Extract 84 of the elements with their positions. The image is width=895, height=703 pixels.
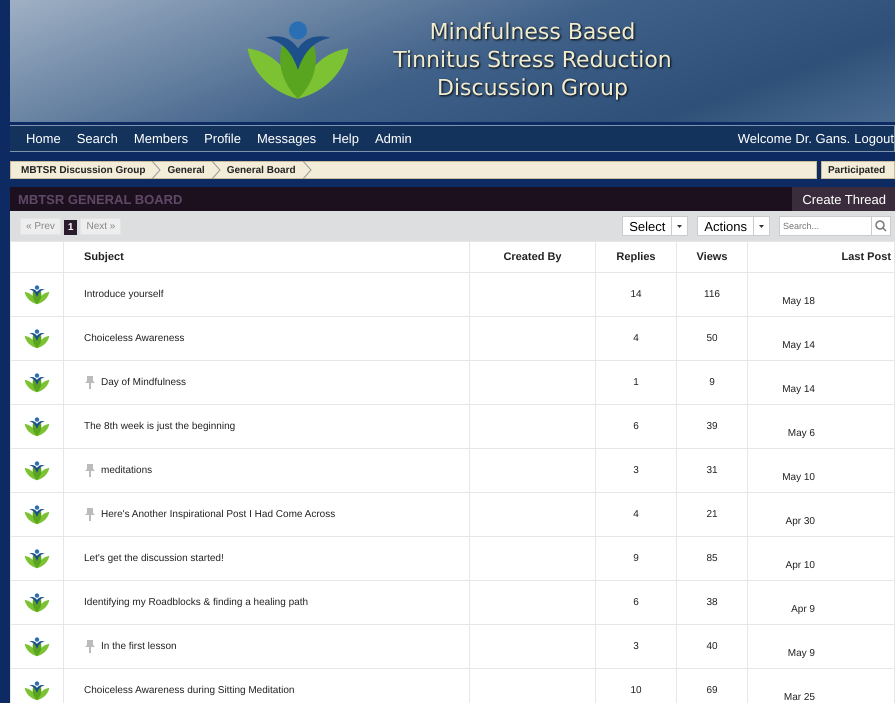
column-header: Replies	[616, 251, 656, 263]
thread-title[interactable]: Here's Another Inspirational Post I Had Come Across	[101, 508, 336, 520]
thread-icon	[22, 636, 52, 658]
thread-icon	[22, 592, 52, 614]
breadcrumb-link[interactable]: General	[167, 164, 205, 176]
nav-link[interactable]: Profile	[196, 131, 249, 146]
last-post-date: Apr 10	[786, 560, 815, 570]
thread-title[interactable]: Choiceless Awareness during Sitting Meditation	[84, 684, 294, 696]
column-header: Last Post	[841, 251, 891, 263]
thread-title[interactable]: The 8th week is just the beginning	[84, 420, 236, 432]
caret-icon	[759, 224, 764, 228]
search-button[interactable]	[871, 216, 891, 236]
reply-count: 1	[633, 376, 639, 388]
create-thread-button[interactable]: Create Thread	[792, 187, 895, 211]
board-title: MBTSR GENERAL BOARD	[17, 192, 184, 206]
column-header: Created By	[503, 251, 562, 263]
thread-icon	[22, 416, 52, 438]
thread-title[interactable]: In the first lesson	[101, 640, 177, 652]
thread-icon	[22, 460, 52, 482]
reply-count: 4	[633, 508, 639, 520]
page-button[interactable]: 1	[64, 220, 78, 235]
view-count: 85	[706, 552, 718, 564]
view-count: 116	[704, 288, 720, 300]
thread-icon	[22, 284, 52, 306]
thread-icon	[22, 548, 52, 570]
search-icon	[875, 220, 887, 232]
search-field[interactable]: Search...	[779, 216, 871, 236]
reply-count: 6	[633, 596, 639, 608]
reply-count: 14	[630, 288, 642, 300]
thread-title[interactable]: Identifying my Roadblocks & finding a healing path	[84, 596, 308, 608]
thread-title[interactable]: Let's get the discussion started!	[84, 552, 224, 564]
view-count: 38	[706, 596, 718, 608]
site-title: Tinnitus Stress Reduction	[393, 47, 672, 75]
actions-dropdown[interactable]: Actions	[697, 216, 770, 236]
last-post-date: May 14	[782, 340, 815, 350]
nav-link[interactable]: Help	[324, 131, 367, 146]
view-count: 50	[706, 332, 718, 344]
thread-title[interactable]: Introduce yourself	[84, 288, 164, 300]
reply-count: 6	[633, 420, 639, 432]
thread-icon	[22, 328, 52, 350]
view-count: 39	[706, 420, 718, 432]
chevron-icon	[210, 161, 221, 179]
last-post-date: May 9	[788, 648, 815, 658]
last-post-date: Mar 25	[784, 692, 815, 702]
caret-icon	[677, 224, 682, 228]
site-title: Discussion Group	[437, 75, 628, 103]
nav-link[interactable]: Messages	[248, 131, 324, 146]
thread-title[interactable]: meditations	[101, 464, 152, 476]
last-post-date: May 10	[782, 472, 815, 482]
thread-icon	[22, 372, 52, 394]
last-post-date: Apr 30	[786, 516, 815, 526]
thread-title[interactable]: Choiceless Awareness	[84, 332, 184, 344]
view-count: 9	[709, 376, 715, 388]
breadcrumb-link[interactable]: MBTSR Discussion Group	[21, 164, 146, 176]
thread-icon	[22, 504, 52, 526]
last-post-date: Apr 9	[791, 604, 815, 614]
column-header: Views	[696, 251, 728, 263]
nav-link[interactable]: Home	[18, 131, 69, 146]
reply-count: 3	[633, 464, 639, 476]
view-count: 21	[706, 508, 718, 520]
reply-count: 9	[633, 552, 639, 564]
thread-icon	[22, 680, 52, 702]
select-dropdown[interactable]: Select	[622, 216, 688, 236]
view-count: 31	[706, 464, 718, 476]
welcome-text: Welcome Dr. Gans.	[738, 131, 850, 146]
nav-link[interactable]: Admin	[366, 131, 420, 146]
reply-count: 4	[633, 332, 639, 344]
column-header: Subject	[84, 251, 124, 263]
thread-title[interactable]: Day of Mindfulness	[101, 376, 186, 388]
last-post-date: May 14	[782, 384, 815, 394]
reply-count: 3	[633, 640, 639, 652]
logout-link[interactable]: Logout	[850, 131, 894, 146]
chevron-icon	[302, 161, 312, 179]
breadcrumb-link[interactable]: General Board	[226, 164, 296, 176]
participated-button[interactable]: Participated	[821, 161, 895, 179]
view-count: 40	[706, 640, 718, 652]
nav-link[interactable]: Members	[126, 131, 196, 146]
chevron-icon	[151, 161, 162, 179]
nav-link[interactable]: Search	[68, 131, 126, 146]
view-count: 69	[706, 684, 718, 696]
last-post-date: May 6	[788, 428, 815, 438]
site-title: Mindfulness Based	[430, 19, 636, 47]
last-post-date: May 18	[782, 296, 815, 306]
reply-count: 10	[630, 684, 642, 696]
